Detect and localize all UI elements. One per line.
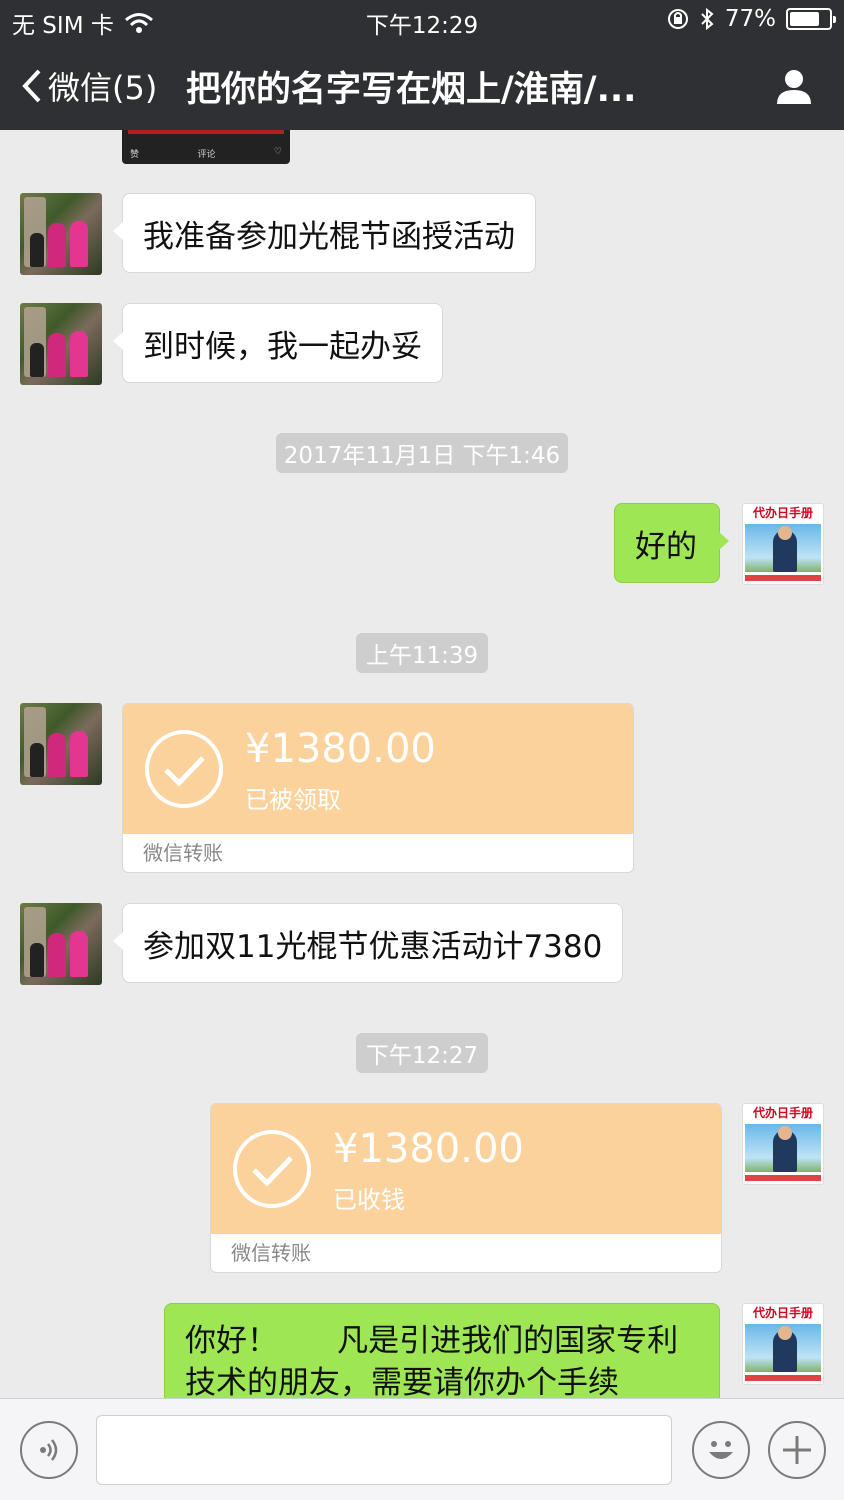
more-button[interactable] <box>768 1421 826 1479</box>
check-circle-icon <box>145 730 223 808</box>
voice-icon <box>40 1439 58 1461</box>
transfer-status: 已被领取 <box>245 786 341 814</box>
timestamp: 2017年11月1日 下午1:46 <box>276 433 568 473</box>
message-text: 好的 <box>635 528 697 565</box>
message-text: 我准备参加光棍节函授活动 <box>143 218 515 255</box>
message-bubble-self[interactable]: 好的 <box>614 503 729 583</box>
plus-icon <box>783 1436 811 1464</box>
transfer-footer: 微信转账 <box>143 841 223 865</box>
self-avatar[interactable]: 代办日手册 <box>742 503 824 585</box>
input-toolbar <box>0 1398 844 1500</box>
message-bubble-self[interactable]: 你好！ 凡是引进我们的国家专利 技术的朋友，需要请你办个手续 <box>164 1303 720 1398</box>
chevron-left-icon <box>22 69 41 103</box>
message-text: 到时候，我一起办妥 <box>143 328 422 365</box>
chat-title: 把你的名字写在烟上/淮南/... <box>186 69 637 110</box>
self-avatar[interactable]: 代办日手册 <box>742 1103 824 1185</box>
status-right: 77% <box>667 6 836 32</box>
back-button[interactable]: 微信(5) <box>20 56 157 116</box>
contact-info-icon[interactable] <box>774 66 814 106</box>
card-image <box>128 130 284 134</box>
contact-avatar[interactable] <box>20 903 102 985</box>
message-input[interactable] <box>96 1415 672 1485</box>
contact-avatar[interactable] <box>20 703 102 785</box>
check-circle-icon <box>233 1130 311 1208</box>
message-line: 技术的朋友，需要请你办个手续 <box>185 1365 619 1398</box>
voice-button[interactable] <box>20 1421 78 1479</box>
smiley-icon <box>709 1441 733 1459</box>
transfer-status: 已收钱 <box>333 1186 405 1214</box>
contact-avatar[interactable] <box>20 193 102 275</box>
bluetooth-icon <box>701 7 714 31</box>
status-bar: 无 SIM 卡 下午12:29 77% <box>0 0 844 42</box>
top-bar: 无 SIM 卡 下午12:29 77% 微信(5) 把你的名字写在烟上/淮南/.… <box>0 0 844 130</box>
self-avatar[interactable]: 代办日手册 <box>742 1303 824 1385</box>
battery-percent: 77% <box>724 6 776 32</box>
message-text: 参加双11光棍节优惠活动计7380 <box>143 928 603 965</box>
contact-avatar[interactable] <box>20 303 102 385</box>
transfer-card[interactable]: ¥1380.00 已被领取 微信转账 <box>122 703 634 873</box>
battery-fill <box>790 12 820 26</box>
transfer-card-self[interactable]: ¥1380.00 已收钱 微信转账 <box>210 1103 722 1273</box>
transfer-amount: ¥1380.00 <box>333 1126 524 1172</box>
message-bubble[interactable]: 参加双11光棍节优惠活动计7380 <box>112 903 624 983</box>
battery-icon <box>786 8 836 30</box>
previous-shared-card[interactable]: 赞 评论 ♡ <box>122 130 290 164</box>
comment-label: 评论 <box>197 150 216 160</box>
timestamp: 下午12:27 <box>356 1033 488 1073</box>
chat-area[interactable]: 赞 评论 ♡ 我准备参加光棍节函授活动 到时候，我一起办妥 2017年11月1日… <box>0 130 844 1398</box>
timestamp: 上午11:39 <box>356 633 488 673</box>
emoji-button[interactable] <box>692 1421 750 1479</box>
transfer-footer: 微信转账 <box>231 1241 311 1265</box>
navigation-bar: 微信(5) 把你的名字写在烟上/淮南/... <box>0 56 844 116</box>
back-label: 微信(5) <box>48 69 158 107</box>
message-bubble[interactable]: 到时候，我一起办妥 <box>113 303 443 383</box>
heart-icon: ♡ <box>273 147 282 157</box>
card-meta: 赞 评论 ♡ <box>130 147 282 160</box>
message-line: 你好！ 凡是引进我们的国家专利 <box>185 1323 679 1359</box>
like-label: 赞 <box>130 150 140 160</box>
transfer-amount: ¥1380.00 <box>245 726 436 772</box>
rotation-lock-icon <box>667 9 688 29</box>
message-bubble[interactable]: 我准备参加光棍节函授活动 <box>113 193 536 273</box>
